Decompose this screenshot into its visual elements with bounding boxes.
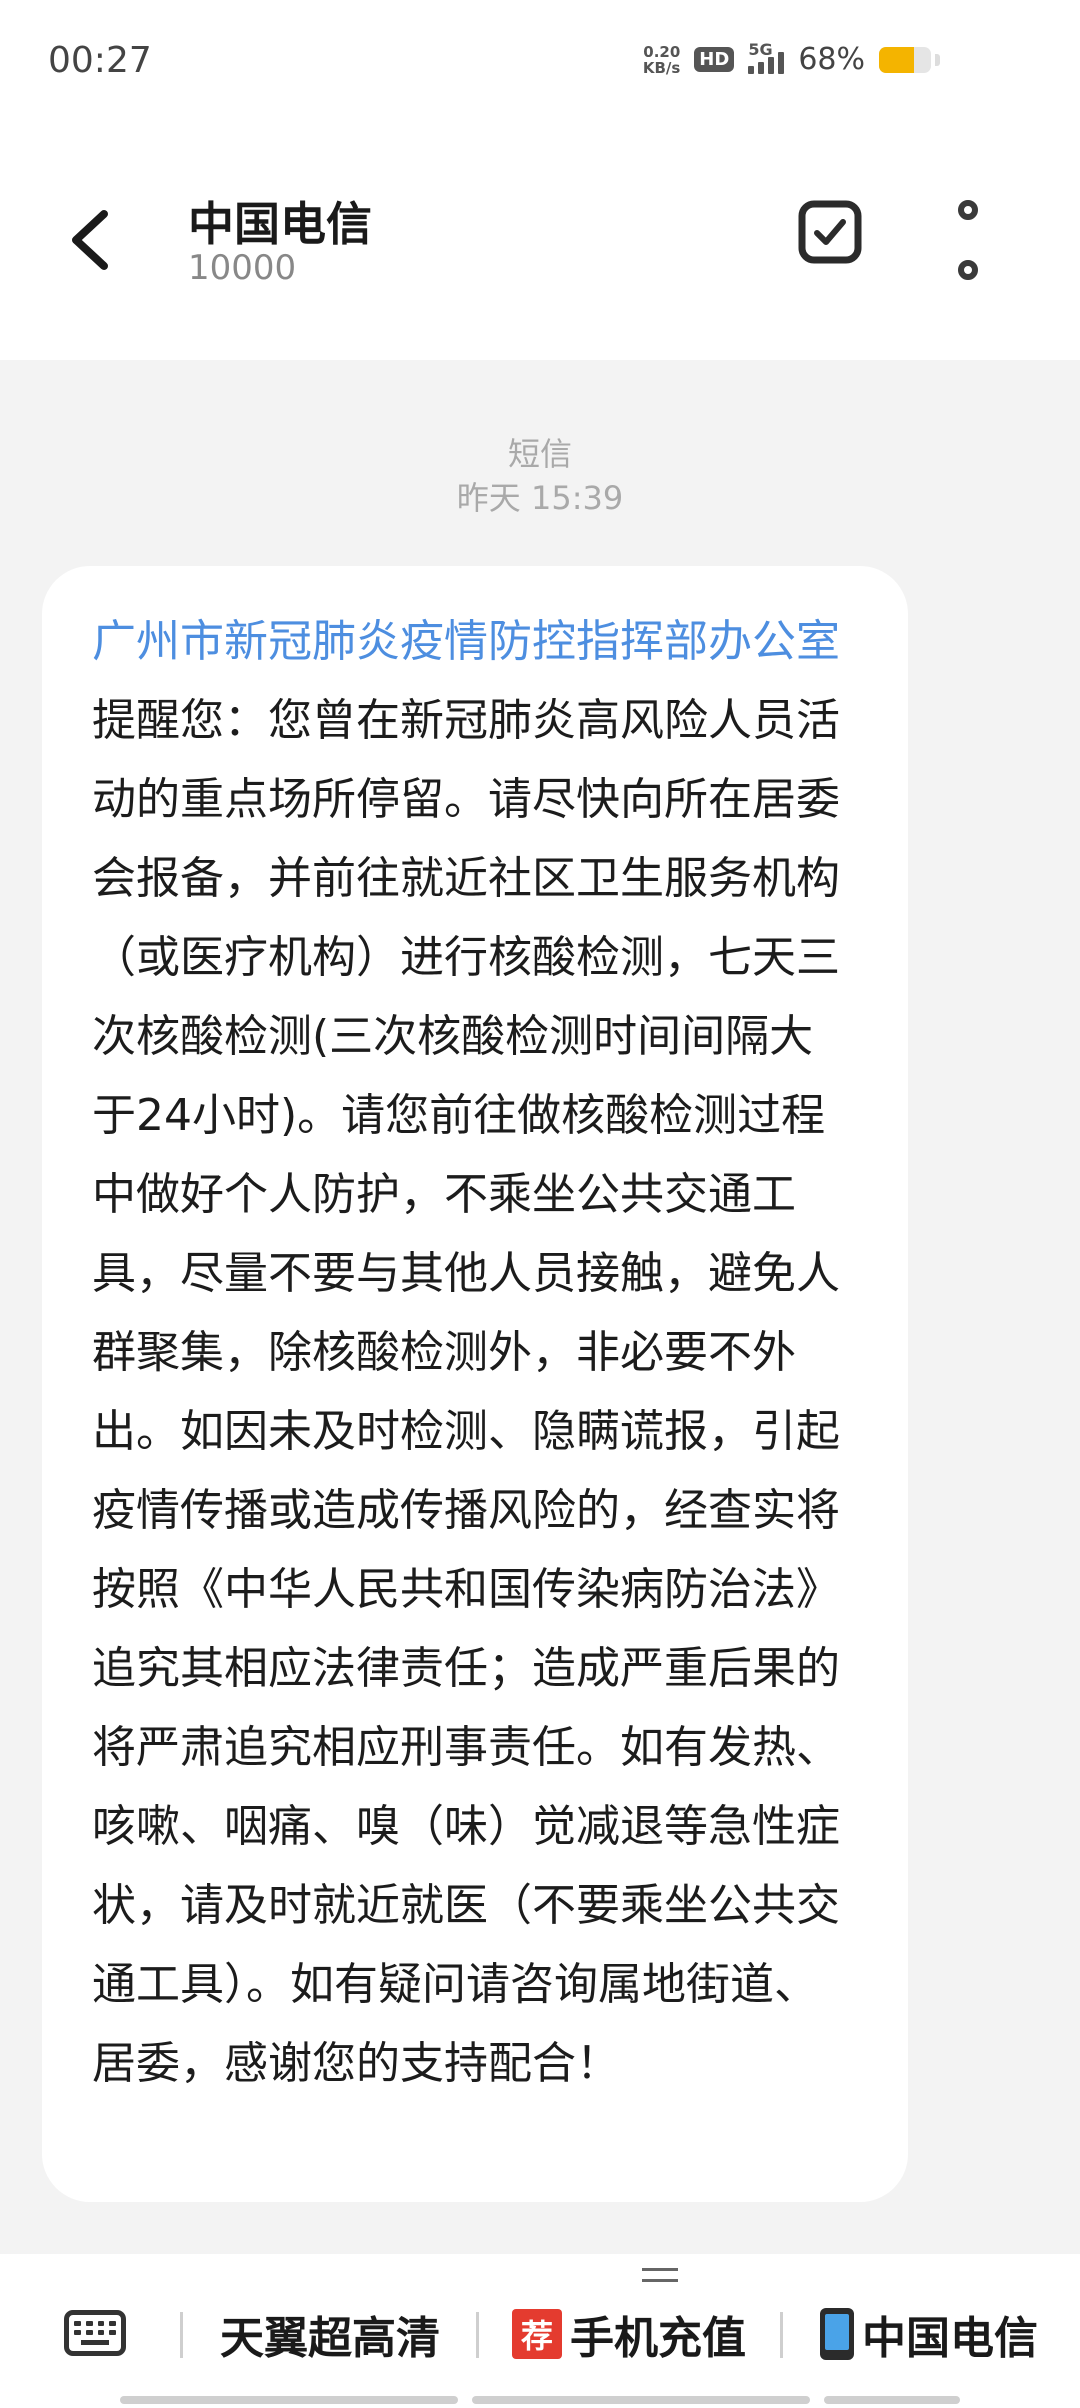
status-bar: 00:27 0.20 KB/s HD 5G 68%	[0, 0, 1080, 120]
contact-name: 中国电信	[188, 197, 372, 251]
select-messages-button[interactable]	[798, 200, 862, 264]
network-type-label: 5G	[748, 39, 773, 59]
battery-fill	[879, 46, 915, 73]
back-button[interactable]	[50, 200, 130, 280]
contact-number: 10000	[188, 248, 297, 288]
chevron-left-icon	[72, 210, 108, 270]
battery-tip	[935, 53, 940, 66]
message-meta: 短信 昨天 15:39	[0, 432, 1080, 520]
divider	[476, 2312, 479, 2358]
network-speed-unit: KB/s	[642, 58, 681, 77]
menu-scroll-indicator	[120, 2396, 960, 2404]
message-body: 提醒您：您曾在新冠肺炎高风险人员活动的重点场所停留。请尽快向所在居委会报备，并前…	[92, 695, 840, 2089]
status-time: 00:27	[48, 40, 152, 81]
menu-item-label: 中国电信	[862, 2313, 1038, 2364]
status-indicators: 0.20 KB/s HD 5G 68%	[643, 40, 940, 77]
battery-percent: 68%	[798, 42, 865, 77]
divider	[180, 2312, 183, 2358]
menu-item-tianyi-hd[interactable]: 天翼超高清	[220, 2304, 440, 2364]
bottom-menu-bar: 天翼超高清 荐 手机充值 中国电信	[0, 2254, 1080, 2408]
menu-item-label: 手机充值	[570, 2313, 746, 2364]
sender-link[interactable]: 广州市新冠肺炎疫情防控指挥部办公室	[92, 616, 840, 667]
checkbox-icon	[798, 200, 862, 264]
more-vertical-icon-dot	[958, 260, 978, 280]
more-options-button[interactable]	[940, 200, 996, 280]
network-speed-value: 0.20	[643, 42, 681, 61]
hd-icon: HD	[694, 47, 735, 72]
conversation-header: 中国电信 10000	[0, 120, 1080, 360]
network-speed: 0.20 KB/s	[643, 44, 680, 76]
recommend-badge: 荐	[512, 2309, 562, 2359]
more-vertical-icon	[958, 200, 978, 220]
battery-icon	[879, 46, 931, 73]
message-bubble[interactable]: 广州市新冠肺炎疫情防控指挥部办公室提醒您：您曾在新冠肺炎高风险人员活动的重点场所…	[42, 566, 908, 2202]
menu-item-china-telecom[interactable]: 中国电信	[820, 2304, 1038, 2364]
drag-handle[interactable]	[642, 2268, 678, 2282]
signal-icon: 5G	[748, 40, 785, 74]
menu-item-label: 天翼超高清	[220, 2313, 440, 2364]
mobile-phone-icon	[820, 2308, 854, 2360]
message-text: 广州市新冠肺炎疫情防控指挥部办公室提醒您：您曾在新冠肺炎高风险人员活动的重点场所…	[92, 602, 852, 2103]
keyboard-icon[interactable]	[64, 2310, 126, 2356]
divider	[780, 2312, 783, 2358]
menu-item-phone-recharge[interactable]: 荐 手机充值	[512, 2304, 746, 2364]
message-channel: 短信	[507, 435, 572, 473]
message-timestamp: 昨天 15:39	[456, 479, 624, 517]
